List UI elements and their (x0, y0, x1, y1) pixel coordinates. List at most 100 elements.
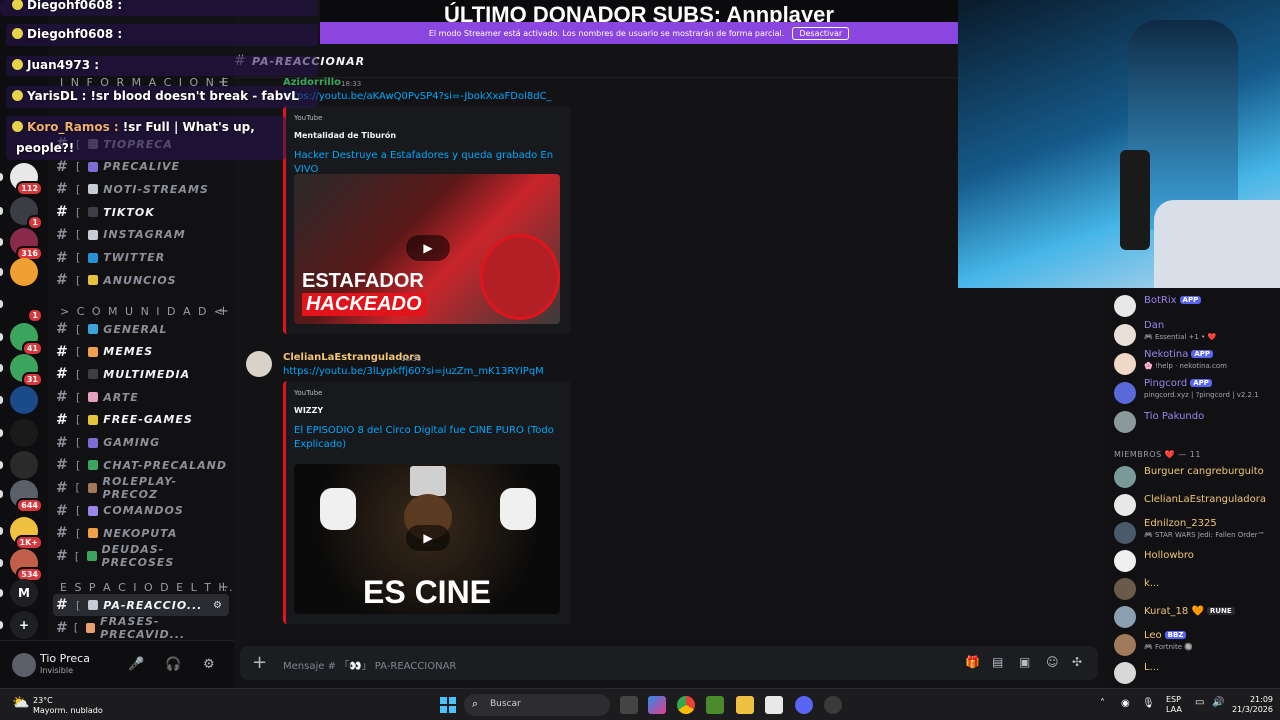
member-item[interactable]: Pingcord APP pingcord.xyz | ?pingcord | v2… (1114, 378, 1280, 406)
member-item[interactable]: ClelianLaEstranguladora (1114, 492, 1280, 518)
minecraft-icon[interactable] (706, 696, 724, 714)
channel-item[interactable]: # [MULTIMEDIA (53, 363, 229, 385)
tray-app-icon[interactable]: ◉ (1121, 698, 1130, 709)
deactivate-button[interactable]: Desactivar (792, 26, 850, 40)
keyboard-lang[interactable]: ESP (1166, 695, 1181, 704)
headphones-icon[interactable]: 🎧 (165, 657, 181, 672)
channel-item[interactable]: # [ROLEPLAY-PRECOZ (53, 475, 229, 501)
network-icon[interactable]: ▭ (1195, 697, 1204, 708)
channel-item[interactable]: # [TWITTER (53, 247, 229, 269)
category-comunidad[interactable]: > C O M U N I D A D < + (60, 304, 229, 319)
channel-item[interactable]: # [CHAT-PRECALAND (53, 454, 229, 476)
video-thumbnail[interactable]: ES CINE ▶ (294, 464, 560, 614)
member-item[interactable]: Kurat_18 🧡 RUNE (1114, 604, 1280, 630)
chevron-up-icon[interactable]: ˄ (1100, 698, 1105, 709)
discord-icon[interactable] (795, 696, 813, 714)
embed-channel[interactable]: WIZZY (294, 406, 323, 415)
category-espacio[interactable]: E S P A C I O D E L T I... + (60, 580, 240, 595)
apps-icon[interactable]: ✣ (1072, 655, 1082, 669)
server-icon[interactable]: M (10, 579, 38, 607)
copilot-icon[interactable] (648, 696, 666, 714)
server-icon[interactable]: 31 (10, 354, 43, 387)
server-icon[interactable] (10, 386, 38, 414)
member-item[interactable]: Tio Pakundo (1114, 409, 1280, 435)
channel-name: ARTE (103, 390, 139, 404)
gift-icon[interactable]: 🎁 (965, 655, 980, 669)
bracket: [ (76, 228, 82, 242)
server-icon[interactable]: + (10, 611, 38, 639)
bracket: [ (76, 160, 82, 174)
channel-item[interactable]: # [DEUDAS-PRECOSES (53, 543, 229, 569)
keyboard-layout[interactable]: LAA (1166, 705, 1182, 714)
obs-icon[interactable] (824, 696, 842, 714)
server-icon[interactable]: 316 (10, 228, 43, 261)
channel-item[interactable]: # [FREE-GAMES (53, 409, 229, 431)
avatar[interactable] (12, 653, 36, 677)
server-icon[interactable]: 1 (10, 197, 43, 230)
member-item[interactable]: Nekotina APP 🌸 !help · nekotina.com (1114, 349, 1280, 377)
member-item[interactable]: L... (1114, 660, 1280, 686)
channel-item[interactable]: # [COMANDOS (53, 500, 229, 522)
member-item[interactable]: k... (1114, 576, 1280, 602)
windows-start-icon[interactable] (440, 697, 456, 713)
server-icon[interactable]: 644 (10, 480, 43, 513)
embed-title[interactable]: El EPISODIO 8 del Circo Digital fue CINE… (294, 424, 554, 452)
gear-icon[interactable]: ⚙ (203, 657, 215, 672)
message-input[interactable]: Mensaje # 「👀」 PA-REACCIONAR (283, 657, 456, 672)
server-icon[interactable]: 41 (10, 323, 43, 356)
sticker-icon[interactable]: ▣ (1019, 655, 1030, 669)
add-attachment-icon[interactable]: + (252, 652, 267, 673)
microphone-icon[interactable]: 🎙 (1142, 698, 1155, 709)
channel-item[interactable]: # [TIKTOK (53, 201, 229, 223)
server-icon[interactable] (10, 451, 38, 479)
clock-date[interactable]: 21/3/2026 (1227, 705, 1273, 714)
channel-item[interactable]: # [PA-REACCIO... ⚙ (53, 594, 229, 616)
clock-time[interactable]: 21:09 (1237, 695, 1273, 704)
server-icon[interactable]: 1 (10, 290, 43, 323)
member-item[interactable]: BotRix APP (1114, 293, 1280, 319)
play-icon[interactable]: ▶ (406, 525, 450, 551)
message-link[interactable]: https://youtu.be/3lLypkffj60?si=juzZm_mK… (283, 366, 544, 377)
unread-pill (0, 429, 3, 437)
channel-item[interactable]: # [NEKOPUTA (53, 522, 229, 544)
taskbar-search[interactable]: ⌕ Buscar (464, 694, 610, 716)
chrome-icon[interactable] (677, 696, 695, 714)
volume-icon[interactable]: 🔊 (1212, 697, 1224, 708)
server-icon[interactable]: 112 (10, 163, 43, 196)
member-item[interactable]: Ednilzon_2325 🎮 STAR WARS Jedi: Fallen Or… (1114, 518, 1280, 546)
server-label: + (18, 618, 30, 632)
weather-icon[interactable]: ⛅ (12, 695, 29, 711)
channel-item[interactable]: # [FRASES-PRECAVID... (53, 615, 229, 641)
message-composer[interactable]: + Mensaje # 「👀」 PA-REACCIONAR 🎁 ▤ ▣ ☺ ✣ (240, 646, 1098, 680)
channel-item[interactable]: # [ARTE (53, 386, 229, 408)
folder-icon[interactable] (736, 696, 754, 714)
embed-channel[interactable]: Mentalidad de Tiburón (294, 131, 396, 140)
channel-item[interactable]: # [GAMING (53, 432, 229, 454)
channel-item[interactable]: # [MEMES (53, 341, 229, 363)
store-icon[interactable] (765, 696, 783, 714)
member-item[interactable]: Leo BBZ 🎮 Fortnite 🔘 (1114, 630, 1280, 658)
emoji-icon[interactable]: ☺ (1046, 655, 1059, 669)
banner-text: El modo Streamer está activado. Los nomb… (428, 28, 785, 38)
channel-item[interactable]: # [NOTI-STREAMS (53, 178, 229, 200)
server-icon[interactable]: 534 (10, 549, 43, 582)
member-item[interactable]: Burguer cangreburguito (1114, 464, 1280, 490)
microphone-icon[interactable]: 🎤 (128, 657, 144, 672)
gear-icon[interactable]: ⚙ (213, 600, 223, 611)
play-icon[interactable]: ▶ (406, 235, 450, 261)
message-link[interactable]: https://youtu.be/aKAwQ0PvSP4?si=-JbokXxa… (283, 91, 552, 102)
server-icon[interactable] (10, 419, 38, 447)
channel-item[interactable]: # [GENERAL (53, 318, 229, 340)
server-icon[interactable] (10, 258, 38, 286)
gif-icon[interactable]: ▤ (992, 655, 1003, 669)
embed-title[interactable]: Hacker Destruye a Estafadores y queda gr… (294, 149, 554, 177)
avatar[interactable] (246, 351, 272, 377)
task-view-icon[interactable] (620, 696, 638, 714)
user-name: Tio Preca (40, 652, 90, 665)
channel-item[interactable]: # [ANUNCIOS (53, 269, 229, 291)
server-icon[interactable]: 1K+ (10, 517, 43, 550)
channel-item[interactable]: # [INSTAGRAM (53, 224, 229, 246)
video-thumbnail[interactable]: ESTAFADOR HACKEADO ▶ (294, 174, 560, 324)
member-item[interactable]: Dan 🎮 Essential +1 • ❤️ (1114, 320, 1280, 348)
member-item[interactable]: Hollowbro (1114, 548, 1280, 574)
